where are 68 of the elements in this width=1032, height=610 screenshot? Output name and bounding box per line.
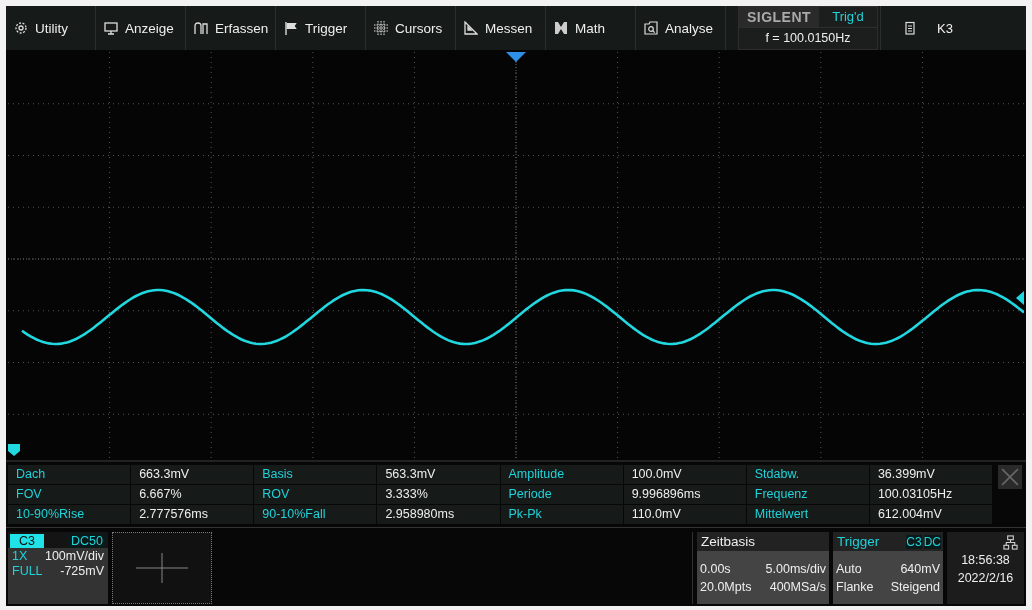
- measurement-name: ROV: [254, 485, 377, 504]
- network-icon: [1003, 535, 1018, 550]
- measurement-name: Dach: [8, 465, 131, 484]
- monitor-icon: [104, 21, 118, 35]
- measurement-value: 100.03105Hz: [869, 485, 992, 504]
- measurement-value: 3.333%: [377, 485, 500, 504]
- brand-logo: SIGLENT: [739, 7, 819, 27]
- measurement-name: 10-90%Rise: [8, 505, 131, 524]
- measurement-value: 663.3mV: [131, 465, 254, 484]
- settings-icon: [14, 21, 28, 35]
- measurement-value: 110.0mV: [623, 505, 746, 524]
- measurement-name: Frequenz: [746, 485, 869, 504]
- horizontal-delay: 0.00s: [700, 560, 731, 578]
- channel-tag: C3: [10, 534, 44, 548]
- horizontal-scale: 5.00ms/div: [765, 560, 826, 578]
- measurement-value: 6.667%: [131, 485, 254, 504]
- channel-offset-marker-icon[interactable]: [8, 444, 20, 456]
- trigger-slope: Steigend: [890, 578, 940, 596]
- channel-label: K3: [937, 20, 953, 36]
- clock-time: 18:56:38: [961, 552, 1010, 569]
- coupling-label: DC50: [68, 534, 106, 548]
- trigger-coupling: DC: [923, 534, 941, 549]
- analysis-icon: [644, 21, 658, 35]
- measurement-value: 612.004mV: [869, 505, 992, 524]
- measurement-name: FOV: [8, 485, 131, 504]
- flag-icon: [284, 21, 298, 35]
- measurement-name: Basis: [254, 465, 377, 484]
- measurement-name: Pk-Pk: [500, 505, 623, 524]
- measurement-value: 2.777576ms: [131, 505, 254, 524]
- measurement-value: 563.3mV: [377, 465, 500, 484]
- measurement-value: 9.996896ms: [623, 485, 746, 504]
- measurement-name: 90-10%Fall: [254, 505, 377, 524]
- clock-date: 2022/2/16: [957, 570, 1014, 587]
- close-button[interactable]: [998, 465, 1022, 489]
- grid-icon: [374, 21, 388, 35]
- trigger-type: Flanke: [836, 578, 874, 596]
- measurement-value: 2.958980ms: [377, 505, 500, 524]
- vertical-offset: -725mV: [60, 564, 104, 578]
- acquire-icon: [194, 21, 208, 35]
- measurement-name: Amplitude: [500, 465, 623, 484]
- measurement-value: 100.0mV: [623, 465, 746, 484]
- trigger-title: Trigger: [836, 533, 881, 551]
- clipboard-icon[interactable]: [903, 21, 917, 35]
- trigger-status: Trig'd: [831, 8, 865, 26]
- trigger-source: C3: [906, 534, 922, 549]
- trigger-level-marker-icon[interactable]: [1016, 291, 1024, 305]
- frequency-readout: f = 100.0150Hz: [764, 30, 852, 47]
- math-icon: [554, 21, 568, 35]
- timebase-panel[interactable]: Zeitbasis 0.00s 5.00ms/div 20.0Mpts 400MSa/s: [697, 532, 829, 604]
- sample-rate: 400MSa/s: [769, 578, 826, 596]
- add-channel-button[interactable]: [112, 532, 212, 604]
- channel-panel[interactable]: C3 DC50 1X 100mV/div FULL -725mV: [8, 532, 108, 604]
- plus-icon: [136, 553, 188, 583]
- trigger-level: 640mV: [900, 560, 940, 578]
- bandwidth-label: FULL: [12, 564, 43, 578]
- probe-label: 1X: [12, 549, 28, 563]
- trigger-panel[interactable]: Trigger C3 DC Auto 640mV Flanke Steigend: [833, 532, 943, 604]
- triangle-icon: [464, 21, 478, 35]
- close-icon: [1001, 468, 1019, 486]
- measurement-value: 36.399mV: [869, 465, 992, 484]
- trigger-position-marker-icon[interactable]: [506, 52, 526, 62]
- vertical-scale: 100mV/div: [44, 549, 104, 563]
- trigger-mode: Auto: [836, 560, 862, 578]
- measurement-name: Periode: [500, 485, 623, 504]
- memory-depth: 20.0Mpts: [700, 578, 752, 596]
- measurement-name: Mittelwert: [746, 505, 869, 524]
- timebase-title: Zeitbasis: [700, 533, 757, 551]
- measurement-name: Stdabw.: [746, 465, 869, 484]
